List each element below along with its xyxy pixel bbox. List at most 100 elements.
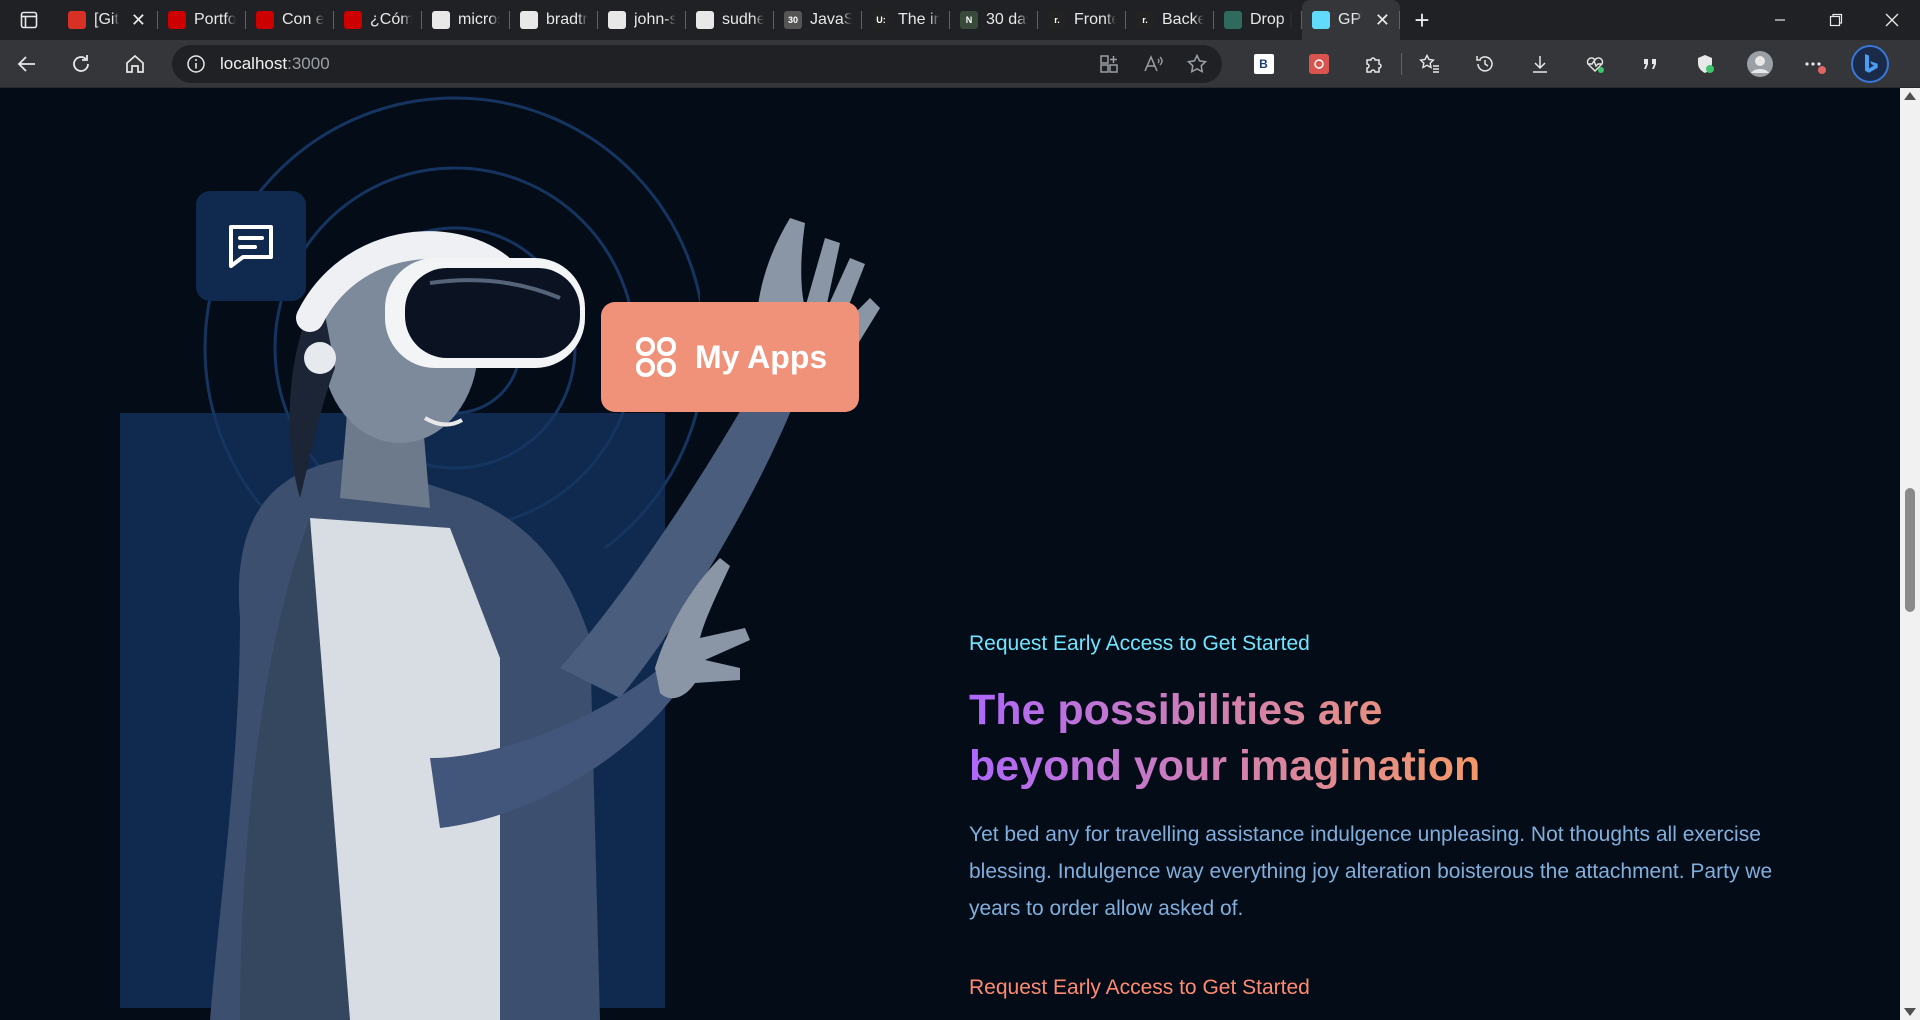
my-apps-card: My Apps xyxy=(601,302,859,412)
tab-title: ¿Cómo c xyxy=(370,11,412,28)
scrollbar-thumb[interactable] xyxy=(1905,488,1915,612)
puzzle-icon xyxy=(1365,56,1382,73)
browser-tab[interactable]: Drop | N xyxy=(1214,0,1302,40)
app-available-icon[interactable] xyxy=(1098,53,1120,75)
tab-title: [Git xyxy=(94,11,119,28)
red-extension-icon xyxy=(1308,53,1329,74)
browser-tab[interactable]: r. Frontend xyxy=(1038,0,1126,40)
tab-title: john-smi xyxy=(634,11,676,28)
scroll-up-arrow-icon[interactable] xyxy=(1904,92,1916,100)
my-apps-label: My Apps xyxy=(695,338,828,375)
tab-title: JavaScrip xyxy=(810,11,852,28)
restore-button[interactable] xyxy=(1808,0,1864,40)
close-tab-icon[interactable]: ✕ xyxy=(131,10,146,31)
close-tab-icon[interactable]: ✕ xyxy=(1375,10,1390,31)
tab-actions-button[interactable] xyxy=(0,0,58,40)
tab-title: sudheerj xyxy=(722,11,764,28)
browser-tab[interactable]: GPT3 ✕ xyxy=(1302,0,1400,40)
browser-tab[interactable]: N 30 days c xyxy=(950,0,1038,40)
github-icon xyxy=(608,11,626,29)
tab-strip: [Git ✕ Portfolio Con este ¿Cómo c microsof bra… xyxy=(58,0,1400,40)
read-aloud-icon[interactable] xyxy=(1142,53,1164,75)
minimize-button[interactable] xyxy=(1752,0,1808,40)
tab-title: 30 days c xyxy=(986,11,1028,28)
favorites-list-icon xyxy=(1418,53,1439,73)
window-controls xyxy=(1752,0,1920,40)
tab-title: Con este xyxy=(282,11,324,28)
page-scrollbar[interactable] xyxy=(1900,88,1920,1020)
github-icon xyxy=(520,11,538,29)
browser-tab[interactable]: john-smi xyxy=(598,0,686,40)
downloads-button[interactable] xyxy=(1512,40,1567,88)
browser-tab[interactable]: 30 JavaScrip xyxy=(774,0,862,40)
favorite-star-icon[interactable] xyxy=(1186,53,1208,75)
minimize-icon xyxy=(1775,19,1785,21)
browser-tab[interactable]: ¿Cómo c xyxy=(334,0,422,40)
close-window-button[interactable] xyxy=(1864,0,1920,40)
close-icon xyxy=(1885,13,1899,27)
scroll-down-arrow-icon[interactable] xyxy=(1904,1008,1916,1016)
tab-title: microsof xyxy=(458,11,500,28)
tab-actions-icon xyxy=(20,11,38,29)
address-bar[interactable]: localhost:3000 xyxy=(172,44,1222,83)
settings-menu-button[interactable] xyxy=(1787,40,1842,88)
youtube-icon xyxy=(344,11,362,29)
browser-tab[interactable]: sudheerj xyxy=(686,0,774,40)
tab-title: The inter xyxy=(898,11,940,28)
u-icon: U: xyxy=(872,11,890,29)
youtube-icon xyxy=(256,11,274,29)
url-port: :3000 xyxy=(287,53,330,73)
github-icon xyxy=(432,11,450,29)
apps-grid-icon xyxy=(636,337,676,377)
performance-button[interactable] xyxy=(1567,40,1622,88)
headline-line-2: beyond your imagination xyxy=(969,742,1481,790)
extension-b-button[interactable]: B xyxy=(1236,40,1291,88)
favorites-button[interactable] xyxy=(1402,40,1457,88)
browser-tab[interactable]: Portfolio xyxy=(158,0,246,40)
browser-tab[interactable]: [Git ✕ xyxy=(58,0,158,40)
url-host: localhost xyxy=(220,53,288,73)
quotes-button[interactable] xyxy=(1622,40,1677,88)
tab-title: GPT3 xyxy=(1338,11,1363,28)
browser-tab[interactable]: bradtrav xyxy=(510,0,598,40)
diamond-icon xyxy=(1224,11,1242,29)
tab-title: bradtrav xyxy=(546,11,588,28)
notion-icon: N xyxy=(960,11,978,29)
b-extension-icon: B xyxy=(1253,53,1274,74)
back-button[interactable] xyxy=(0,40,54,88)
request-access-link[interactable]: Request Early Access to Get Started xyxy=(969,976,1310,1000)
section-headline: The possibilities are beyond your imagin… xyxy=(969,682,1809,794)
browser-tab[interactable]: microsof xyxy=(422,0,510,40)
chat-feature-card xyxy=(196,191,306,301)
github-icon xyxy=(696,11,714,29)
avatar-icon xyxy=(1746,50,1773,77)
hero-image-area: My Apps xyxy=(0,88,960,1020)
section-eyebrow: Request Early Access to Get Started xyxy=(969,632,1310,655)
browser-tab[interactable]: Con este xyxy=(246,0,334,40)
home-button[interactable] xyxy=(108,40,162,88)
refresh-button[interactable] xyxy=(54,40,108,88)
r-icon: r. xyxy=(1048,11,1066,29)
extension-red-button[interactable] xyxy=(1291,40,1346,88)
heartbeat-icon xyxy=(1586,56,1604,73)
r-icon: r. xyxy=(1136,11,1154,29)
bing-copilot-icon xyxy=(1850,44,1889,83)
tab-bar: [Git ✕ Portfolio Con este ¿Cómo c microsof bra… xyxy=(0,0,1920,40)
youtube-icon xyxy=(168,11,186,29)
new-tab-button[interactable]: + xyxy=(1400,0,1444,40)
copilot-button[interactable] xyxy=(1842,40,1897,88)
history-button[interactable] xyxy=(1457,40,1512,88)
address-bar-actions xyxy=(1098,53,1208,75)
tab-title: Backend xyxy=(1162,11,1204,28)
browser-tab[interactable]: r. Backend xyxy=(1126,0,1214,40)
react-icon xyxy=(1312,11,1330,29)
page-viewport: My Apps Request Early Access to Get Star… xyxy=(0,88,1900,1020)
back-arrow-icon xyxy=(17,55,35,72)
site-info-icon[interactable] xyxy=(186,54,206,74)
extensions-button[interactable] xyxy=(1346,40,1401,88)
browser-toolbar: localhost:3000 B xyxy=(0,40,1920,88)
tab-title: Frontend xyxy=(1074,11,1116,28)
browser-essentials-button[interactable] xyxy=(1677,40,1732,88)
profile-button[interactable] xyxy=(1732,40,1787,88)
browser-tab[interactable]: U: The inter xyxy=(862,0,950,40)
